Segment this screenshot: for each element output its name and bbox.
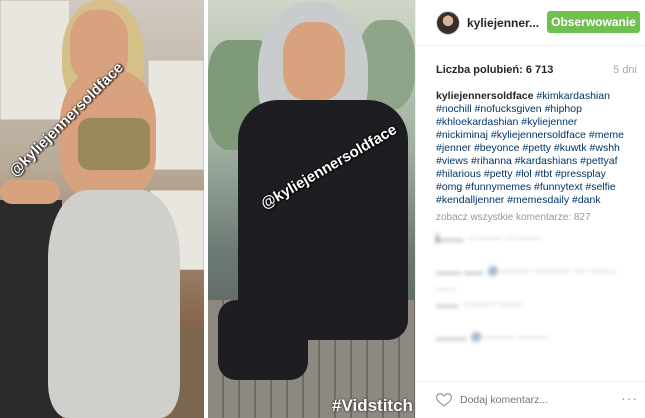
crop-top	[78, 118, 150, 170]
heart-outline-icon[interactable]	[435, 390, 453, 408]
left-photo	[0, 0, 204, 418]
comment-username[interactable]: j.........	[436, 233, 464, 244]
more-options-icon[interactable]: ···	[621, 390, 638, 406]
kitchen-cabinet	[148, 60, 204, 170]
legs	[218, 300, 308, 380]
post-caption: kyliejennersoldface #kimkardashian #noch…	[436, 90, 632, 207]
like-count[interactable]: Liczba polubień: 6 713	[436, 64, 553, 76]
comment-username[interactable]: ......... .......	[436, 266, 483, 277]
post-side-panel: kyliejenner... Obserwowanie Liczba polub…	[415, 0, 645, 418]
comment-text: @·········· ·········	[471, 332, 548, 343]
sweatpants	[48, 190, 180, 418]
view-all-comments-link[interactable]: zobacz wszystkie komentarze: 827	[436, 212, 591, 223]
comment-item: ........ ·········· ·······	[436, 294, 632, 319]
comment-username[interactable]: ...........	[436, 332, 467, 343]
right-photo	[208, 0, 415, 418]
comment-item: ........... @·········· ·········	[436, 327, 632, 352]
post-footer: ···	[416, 381, 645, 418]
vidstitch-watermark: #Vidstitch	[332, 396, 413, 415]
kitchen-cabinet	[0, 0, 70, 120]
post-media[interactable]: @kyliejennersoldface @kyliejennersoldfac…	[0, 0, 415, 418]
caption-username[interactable]: kyliejennersoldface	[436, 90, 533, 102]
avatar[interactable]	[436, 11, 460, 35]
post-header: kyliejenner... Obserwowanie	[416, 0, 645, 46]
comment-text: ·········· ·······	[462, 299, 523, 310]
comment-item: j......... ·········· ···········	[436, 228, 632, 253]
arm	[0, 180, 60, 204]
comment-text: ·········· ···········	[468, 233, 541, 244]
comment-input[interactable]	[460, 391, 610, 409]
caption-hashtags[interactable]: #kimkardashian #nochill #nofucksgiven #h…	[436, 90, 624, 206]
username-link[interactable]: kyliejenner...	[467, 16, 539, 30]
post-age[interactable]: 5 dni	[613, 64, 637, 76]
comment-username[interactable]: ........	[436, 299, 458, 310]
follow-button[interactable]: Obserwowanie	[547, 11, 640, 33]
comment-item: ......... ....... @·········· ··········…	[436, 261, 632, 295]
face	[283, 22, 345, 100]
comment-list: j......... ·········· ··········· ......…	[436, 228, 632, 360]
